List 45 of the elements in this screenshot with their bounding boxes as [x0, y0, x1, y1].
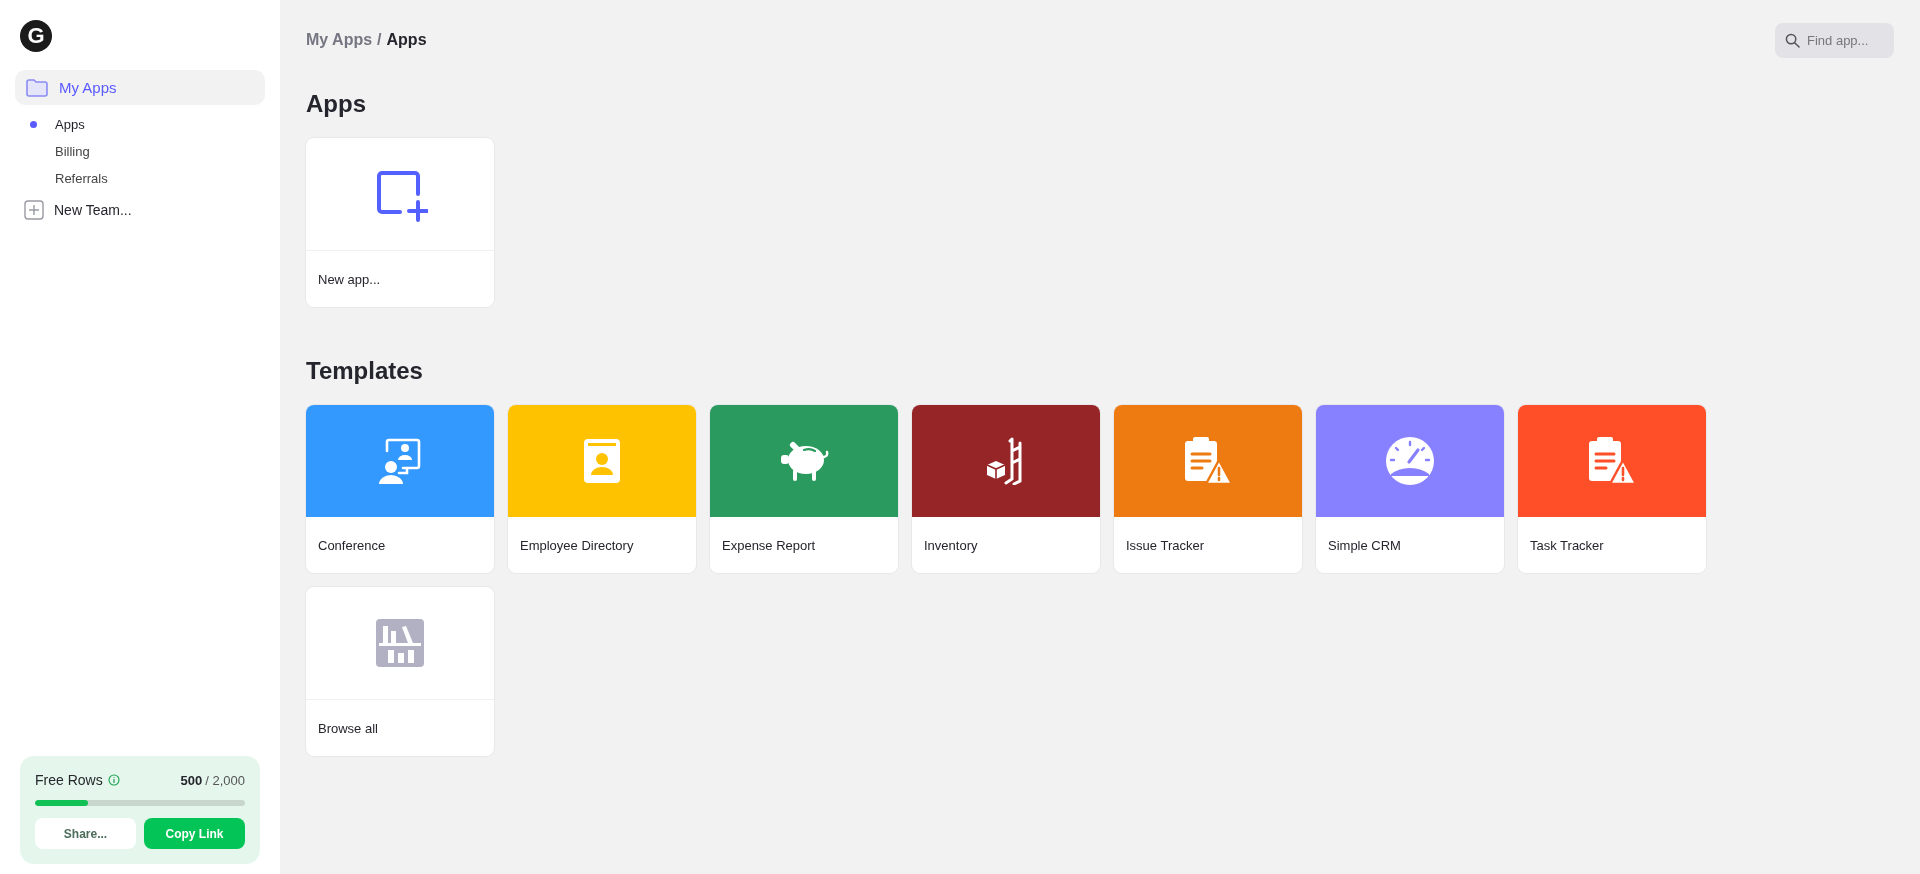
card-label: Employee Directory — [519, 536, 635, 555]
card-label: Conference — [317, 536, 387, 555]
gauge-icon — [1385, 436, 1435, 486]
card-label: Task Tracker — [1529, 536, 1605, 555]
usage-label: Free Rows — [35, 772, 103, 788]
search-icon — [1785, 32, 1800, 48]
template-card[interactable]: Inventory — [912, 405, 1100, 573]
template-card[interactable]: Issue Tracker — [1114, 405, 1302, 573]
sidebar-link[interactable]: Billing — [15, 138, 90, 165]
piggy-bank-icon — [779, 439, 829, 483]
card-label: New app... — [317, 270, 382, 289]
card-label: Expense Report — [721, 536, 817, 555]
breadcrumb-current: Apps — [386, 31, 427, 49]
nav-item[interactable]: My Apps — [15, 70, 265, 105]
sidebar-link[interactable]: Apps — [15, 111, 85, 138]
card-label: Simple CRM — [1327, 536, 1402, 555]
template-card[interactable]: Employee Directory — [508, 405, 696, 573]
search-field[interactable]: Find app... — [1775, 22, 1894, 58]
template-card[interactable]: Task Tracker — [1518, 405, 1706, 573]
share-button[interactable]: Share... — [35, 818, 136, 849]
card-label: Inventory — [923, 536, 979, 555]
clipboard-warning-icon — [1183, 436, 1233, 486]
new-team-link[interactable]: New Team... — [15, 196, 141, 224]
usage-total: / 2,000 — [205, 772, 245, 788]
usage-count: 500 — [180, 772, 203, 788]
template-card[interactable]: Conference — [306, 405, 494, 573]
card-label: Browse all — [317, 719, 379, 738]
info-icon — [107, 774, 120, 786]
breadcrumb-separator: / — [377, 31, 382, 49]
section-title: Templates — [306, 357, 424, 385]
card-label: Issue Tracker — [1125, 536, 1206, 555]
plus-icon — [24, 200, 44, 220]
breadcrumb-link[interactable]: My Apps — [306, 31, 373, 49]
folder-icon — [25, 77, 49, 98]
new-app-card[interactable]: New app... — [306, 138, 494, 307]
template-card[interactable]: Simple CRM — [1316, 405, 1504, 573]
contact-book-icon — [582, 437, 622, 485]
browse-all-card[interactable]: Browse all — [306, 587, 494, 756]
clipboard-warning-icon — [1587, 436, 1637, 486]
presenter-icon — [378, 438, 422, 484]
section-title: Apps — [306, 90, 367, 118]
bookshelf-icon — [376, 619, 424, 667]
template-card[interactable]: Expense Report — [710, 405, 898, 573]
sidebar-link[interactable]: Referrals — [15, 165, 108, 192]
logo[interactable]: G — [20, 20, 52, 52]
